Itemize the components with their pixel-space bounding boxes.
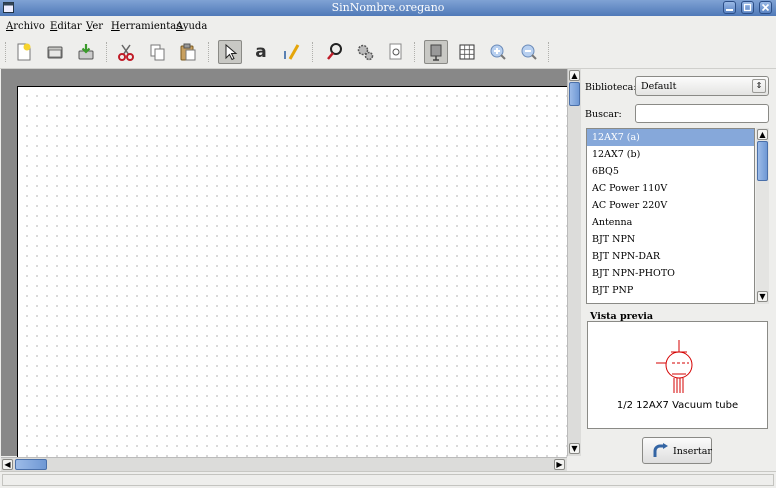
menu-bar: Archivo Editar Ver Herramientas Ayuda <box>0 16 776 36</box>
grid-icon[interactable] <box>455 40 479 64</box>
list-item[interactable]: Antenna <box>587 214 754 231</box>
text-tool-icon[interactable]: a <box>249 40 273 64</box>
preview-label: 1/2 12AX7 Vacuum tube <box>616 400 739 411</box>
vacuum-tube-symbol-icon <box>656 340 693 393</box>
list-item[interactable]: BJT NPN-DAR <box>587 248 754 265</box>
list-item[interactable]: BJT NPN <box>587 231 754 248</box>
list-item[interactable]: BJT PNP <box>587 282 754 299</box>
pointer-tool-icon[interactable] <box>218 40 242 64</box>
paste-icon[interactable] <box>176 40 200 64</box>
insert-button-label: Insertar <box>673 446 712 457</box>
list-item[interactable]: AC Power 110V <box>587 180 754 197</box>
canvas-vertical-scrollbar[interactable]: ▲ ▼ <box>567 69 581 456</box>
maximize-icon[interactable] <box>741 1 754 14</box>
close-icon[interactable] <box>759 1 772 14</box>
scroll-left-arrow-icon[interactable]: ◀ <box>2 459 13 470</box>
save-file-icon[interactable] <box>74 40 98 64</box>
insert-arrow-icon <box>653 443 668 457</box>
list-item[interactable]: AC Power 220V <box>587 197 754 214</box>
list-scroll-down-icon[interactable]: ▼ <box>757 291 768 302</box>
menu-editar[interactable]: Editar <box>50 21 82 32</box>
library-select[interactable]: Default ⇕ <box>635 76 769 96</box>
cut-icon[interactable] <box>114 40 138 64</box>
scroll-right-arrow-icon[interactable]: ▶ <box>554 459 565 470</box>
insert-button[interactable]: Insertar <box>642 437 712 464</box>
canvas-vscroll-thumb[interactable] <box>569 82 580 106</box>
list-scroll-thumb[interactable] <box>757 141 768 181</box>
canvas-hscroll-thumb[interactable] <box>15 459 47 470</box>
preview-panel: 1/2 12AX7 Vacuum tube <box>587 321 768 429</box>
schematic-sheet[interactable] <box>17 86 568 457</box>
list-item[interactable]: 12AX7 (b) <box>587 146 754 163</box>
library-label: Biblioteca: <box>585 82 637 93</box>
menu-archivo[interactable]: Archivo <box>6 21 45 32</box>
wire-tool-icon[interactable] <box>280 40 304 64</box>
status-text <box>2 474 774 486</box>
open-file-icon[interactable] <box>43 40 67 64</box>
search-label: Buscar: <box>585 109 622 120</box>
status-bar <box>0 471 776 488</box>
part-browser-icon[interactable] <box>424 40 448 64</box>
list-item[interactable]: BJT NPN-PHOTO <box>587 265 754 282</box>
parts-sidebar: Biblioteca: Default ⇕ Buscar: 12AX7 (a) … <box>581 69 776 471</box>
minimize-icon[interactable] <box>723 1 736 14</box>
list-item[interactable]: 12AX7 (a) <box>587 129 754 146</box>
zoom-out-icon[interactable] <box>517 40 541 64</box>
settings-icon[interactable] <box>353 40 377 64</box>
copy-icon[interactable] <box>145 40 169 64</box>
list-item[interactable]: 6BQ5 <box>587 163 754 180</box>
parts-list-scrollbar[interactable]: ▲ ▼ <box>756 128 769 304</box>
scroll-down-arrow-icon[interactable]: ▼ <box>569 443 580 454</box>
window-title: SinNombre.oregano <box>331 1 445 14</box>
search-input[interactable] <box>635 104 769 123</box>
combo-arrows-icon: ⇕ <box>752 79 766 93</box>
canvas-horizontal-scrollbar[interactable]: ◀ ▶ <box>1 457 567 471</box>
menu-ayuda[interactable]: Ayuda <box>176 21 207 32</box>
list-scroll-up-icon[interactable]: ▲ <box>757 129 768 140</box>
library-value: Default <box>641 81 677 92</box>
toolbar: a <box>0 36 776 69</box>
voltmeter-icon[interactable] <box>322 40 346 64</box>
scroll-up-arrow-icon[interactable]: ▲ <box>569 70 580 81</box>
parts-list[interactable]: 12AX7 (a) 12AX7 (b) 6BQ5 AC Power 110V A… <box>586 128 755 304</box>
title-bar: SinNombre.oregano <box>0 0 776 16</box>
new-file-icon[interactable] <box>12 40 36 64</box>
zoom-in-icon[interactable] <box>486 40 510 64</box>
zoom-page-icon[interactable] <box>384 40 408 64</box>
schematic-canvas-area[interactable] <box>1 69 568 457</box>
menu-ver[interactable]: Ver <box>86 21 103 32</box>
menu-herramientas[interactable]: Herramientas <box>111 21 181 32</box>
